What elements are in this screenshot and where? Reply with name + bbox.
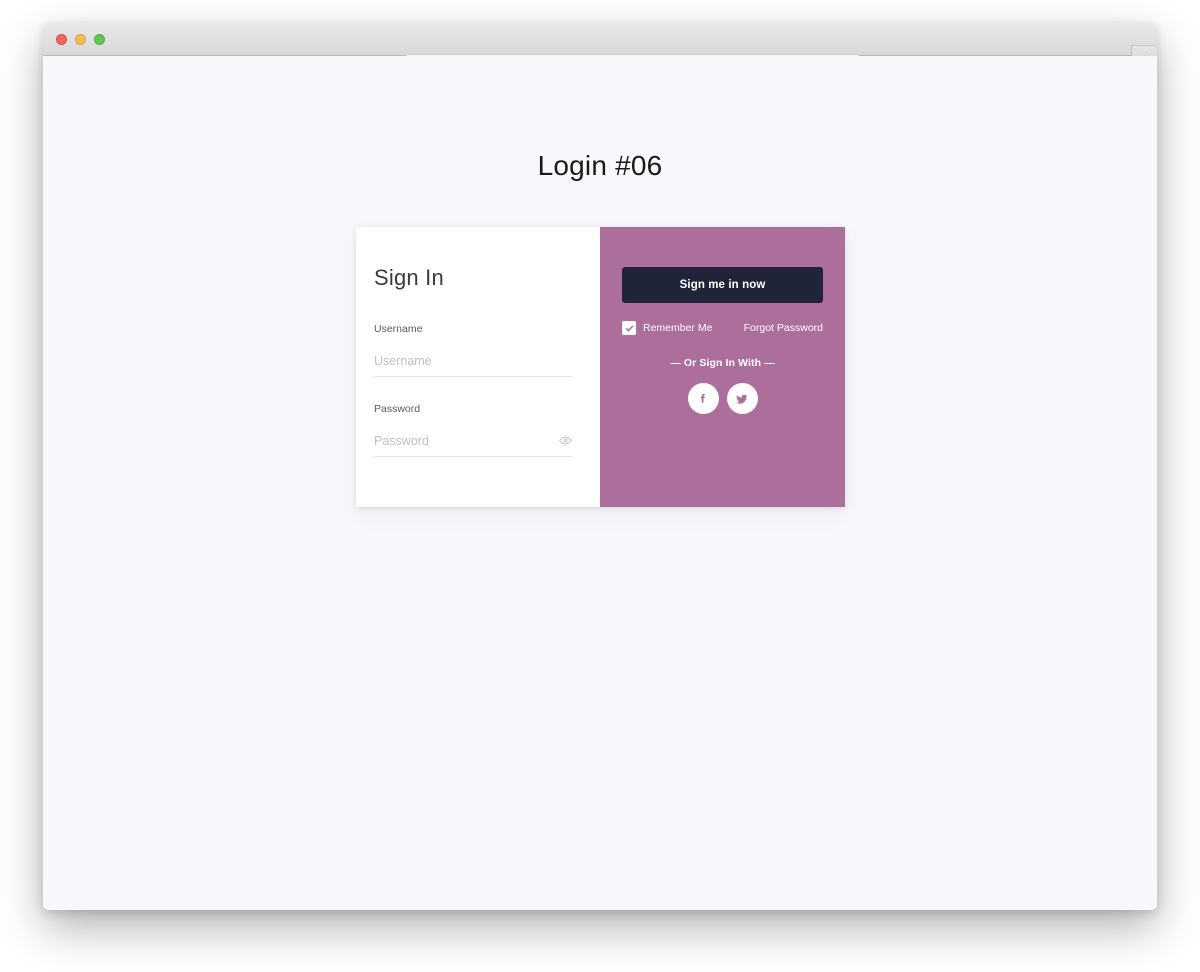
page-title: Login #06: [537, 150, 663, 181]
browser-window: preview.colorlib.com + Login #06 Sign In…: [43, 23, 1157, 910]
browser-titlebar: preview.colorlib.com +: [43, 23, 1157, 71]
signin-submit-button[interactable]: Sign me in now: [622, 267, 823, 303]
username-label: Username: [374, 323, 423, 335]
maximize-window-button[interactable]: [94, 34, 105, 45]
twitter-login-button[interactable]: [726, 383, 758, 414]
facebook-icon: [700, 393, 705, 403]
remember-me-checkbox[interactable]: [622, 321, 636, 335]
username-field-group: Username: [374, 323, 572, 377]
minimize-window-button[interactable]: [75, 34, 86, 45]
password-label: Password: [374, 403, 421, 415]
page-viewport: Login #06 Sign In Username Password: [43, 56, 1157, 910]
window-controls: [56, 34, 105, 45]
twitter-icon: [736, 394, 748, 404]
signin-action-panel: Sign me in now Remember Me Forgot Passwo…: [600, 227, 845, 507]
eye-icon[interactable]: [559, 433, 572, 446]
signin-heading: Sign In: [374, 265, 444, 290]
signin-options-row: Remember Me Forgot Password: [622, 321, 823, 335]
login-card: Sign In Username Password: [356, 227, 845, 507]
remember-me-group[interactable]: Remember Me: [622, 321, 712, 335]
password-input[interactable]: [374, 434, 572, 457]
forgot-password-link[interactable]: Forgot Password: [744, 322, 823, 334]
password-field-group: Password: [374, 403, 572, 457]
remember-me-label: Remember Me: [643, 322, 713, 334]
social-login-buttons: [622, 383, 823, 414]
username-input[interactable]: [374, 354, 572, 377]
facebook-login-button[interactable]: [687, 383, 719, 414]
social-divider-label: — Or Sign In With —: [670, 357, 775, 369]
close-window-button[interactable]: [56, 34, 67, 45]
signin-form-panel: Sign In Username Password: [356, 227, 600, 507]
